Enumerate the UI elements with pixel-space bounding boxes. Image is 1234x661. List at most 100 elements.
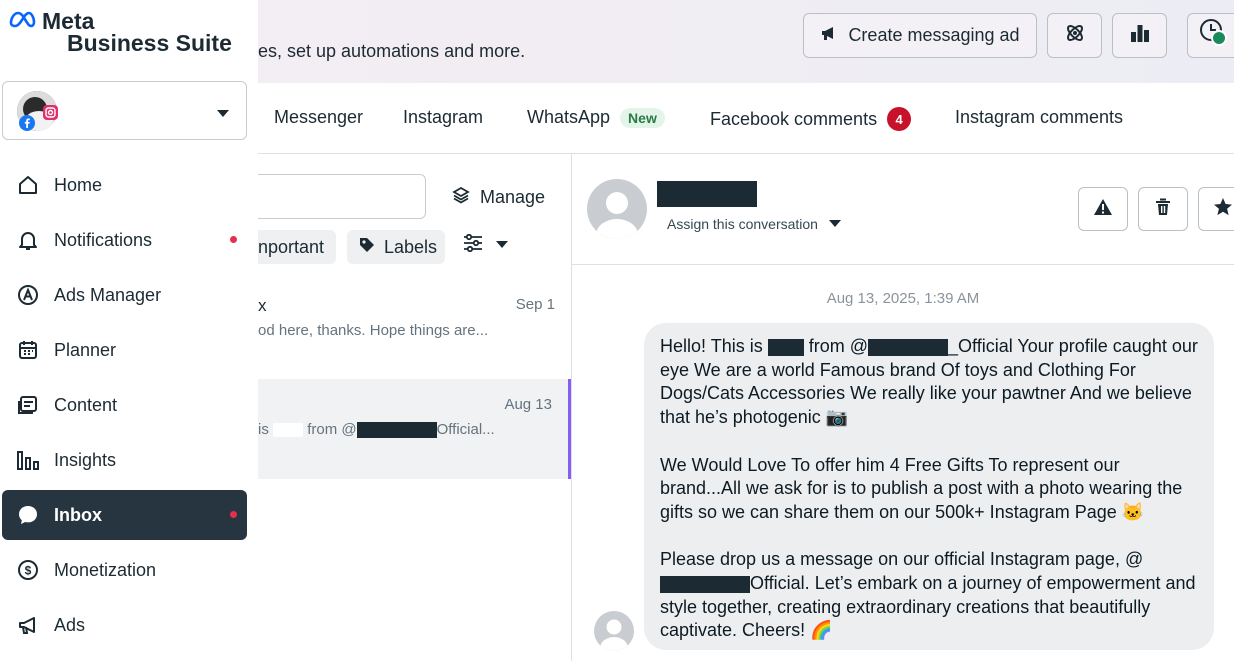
message-text: from @ (808, 336, 869, 356)
sidebar-item-insights[interactable]: Insights (2, 435, 247, 485)
sidebar-item-label: Insights (54, 449, 117, 470)
sidebar-item-label: Ads Manager (54, 284, 162, 305)
sidebar-item-content[interactable]: Content (2, 380, 247, 430)
svg-text:$: $ (25, 564, 32, 578)
report-button[interactable] (1078, 187, 1128, 231)
facebook-badge-icon (19, 115, 35, 136)
thread-header: Assign this conversation (572, 154, 1234, 265)
conversation-snippet: od here, thanks. Hope things are... (258, 322, 489, 339)
message-text: Hello! This is (660, 336, 763, 356)
contact-avatar (587, 179, 647, 239)
logo-line: Business Suite (67, 30, 232, 56)
contact-name-redacted (657, 181, 757, 207)
assign-label: Assign this conversation (667, 216, 818, 232)
create-messaging-ad-label: Create messaging ad (848, 25, 1020, 45)
sidebar-item-label: Ads (54, 614, 86, 635)
redacted-block (660, 575, 750, 593)
sliders-icon (463, 233, 483, 257)
tab-label: Facebook comments (710, 108, 878, 129)
message-bubble: Hello! This is from @ _Official Your prof… (644, 323, 1214, 650)
labels-filter-chip[interactable]: Labels (347, 230, 445, 264)
calendar-icon (16, 338, 40, 362)
tab-messenger[interactable]: Messenger (274, 107, 363, 128)
manage-button[interactable]: Manage (452, 186, 545, 209)
home-icon (16, 173, 40, 197)
insights-chart-button[interactable] (1112, 13, 1167, 58)
meta-infinity-icon (8, 10, 38, 33)
conversation-item-selected[interactable]: Aug 13 is from @ Official... (258, 379, 571, 479)
layers-icon (452, 186, 470, 209)
tab-facebook-comments[interactable]: Facebook comments 4 (710, 107, 912, 131)
atom-icon (1064, 22, 1086, 49)
redacted-block (767, 338, 804, 356)
message-paragraph: Please drop us a message on our official… (660, 548, 1200, 643)
manage-label: Manage (480, 187, 546, 207)
star-button[interactable] (1198, 187, 1234, 231)
sidebar-item-ads[interactable]: Ads (2, 600, 247, 650)
unread-dot (230, 511, 237, 518)
channel-tabs: Messenger Instagram WhatsApp New Faceboo… (258, 83, 1234, 154)
chevron-down-icon (828, 216, 842, 232)
chat-bubble-icon (16, 503, 40, 527)
tab-whatsapp[interactable]: WhatsApp New (527, 107, 665, 128)
redacted-block (356, 422, 437, 439)
sidebar-item-label: Home (54, 174, 103, 195)
dollar-icon: $ (16, 558, 40, 582)
integrations-button[interactable] (1047, 13, 1102, 58)
sidebar-item-label: Inbox (54, 504, 102, 525)
conversation-snippet: is from @ Official... (258, 421, 495, 439)
important-label: nportant (257, 236, 324, 257)
message-text: Please drop us a message on our official… (660, 549, 1144, 570)
assign-conversation-dropdown[interactable]: Assign this conversation (667, 216, 842, 232)
warning-icon (1093, 198, 1113, 221)
message-paragraph: We Would Love To offer him 4 Free Gifts … (660, 454, 1183, 522)
bar-chart-icon (1129, 22, 1151, 49)
delete-button[interactable] (1138, 187, 1188, 231)
redacted-block (868, 338, 949, 356)
sidebar-item-inbox[interactable]: Inbox (2, 490, 247, 540)
filter-dropdown-button[interactable] (463, 233, 509, 257)
sidebar-item-ads-manager[interactable]: Ads Manager (2, 270, 247, 320)
banner-text: es, set up automations and more. (258, 41, 526, 61)
snippet-text: is (258, 421, 269, 438)
tab-instagram-comments[interactable]: Instagram comments (955, 107, 1123, 128)
conversation-date: Sep 1 (515, 296, 555, 313)
message-paragraph: Hello! This is from @ _Official Your prof… (660, 335, 1200, 430)
tab-label: WhatsApp (527, 107, 611, 127)
trash-icon (1155, 198, 1171, 221)
sidebar-item-monetization[interactable]: $ Monetization (2, 545, 247, 595)
conversation-item[interactable]: x Sep 1 od here, thanks. Hope things are… (258, 284, 571, 376)
content-icon (16, 393, 40, 417)
sidebar-item-notifications[interactable]: Notifications (2, 215, 247, 265)
unread-count-badge: 4 (887, 107, 912, 131)
conversation-list: Manage nportant Labels x Sep 1 od here, … (248, 154, 572, 661)
sidebar-item-planner[interactable]: Planner (2, 325, 247, 375)
snippet-text: Official... (436, 421, 495, 438)
sidebar-item-home[interactable]: Home (2, 160, 247, 210)
star-icon (1213, 197, 1233, 222)
chevron-down-icon (495, 237, 509, 255)
megaphone-icon (16, 613, 40, 637)
tab-instagram[interactable]: Instagram (403, 107, 483, 128)
create-messaging-ad-button[interactable]: Create messaging ad (803, 13, 1037, 58)
chevron-down-icon (216, 106, 230, 124)
availability-button[interactable] (1187, 13, 1234, 58)
tab-label: Messenger (274, 107, 364, 127)
tab-label: Instagram (403, 107, 484, 127)
search-input[interactable] (248, 174, 426, 219)
logo-line: Meta (42, 8, 95, 34)
insights-icon (16, 448, 40, 472)
sidebar-item-label: Monetization (54, 559, 157, 580)
account-switcher[interactable] (2, 81, 247, 140)
redacted-block (273, 423, 304, 438)
important-filter-chip[interactable]: nportant (248, 230, 336, 264)
tag-icon (359, 237, 375, 258)
conversation-name: x (258, 296, 267, 315)
sender-avatar (594, 611, 634, 651)
conversation-date: Aug 13 (504, 396, 552, 413)
snippet-text: from @ (307, 421, 357, 438)
labels-label: Labels (384, 236, 438, 257)
meta-business-suite-logo: Meta Business Suite (8, 8, 232, 56)
message-timestamp: Aug 13, 2025, 1:39 AM (826, 290, 980, 307)
clock-status-icon (1199, 18, 1229, 53)
